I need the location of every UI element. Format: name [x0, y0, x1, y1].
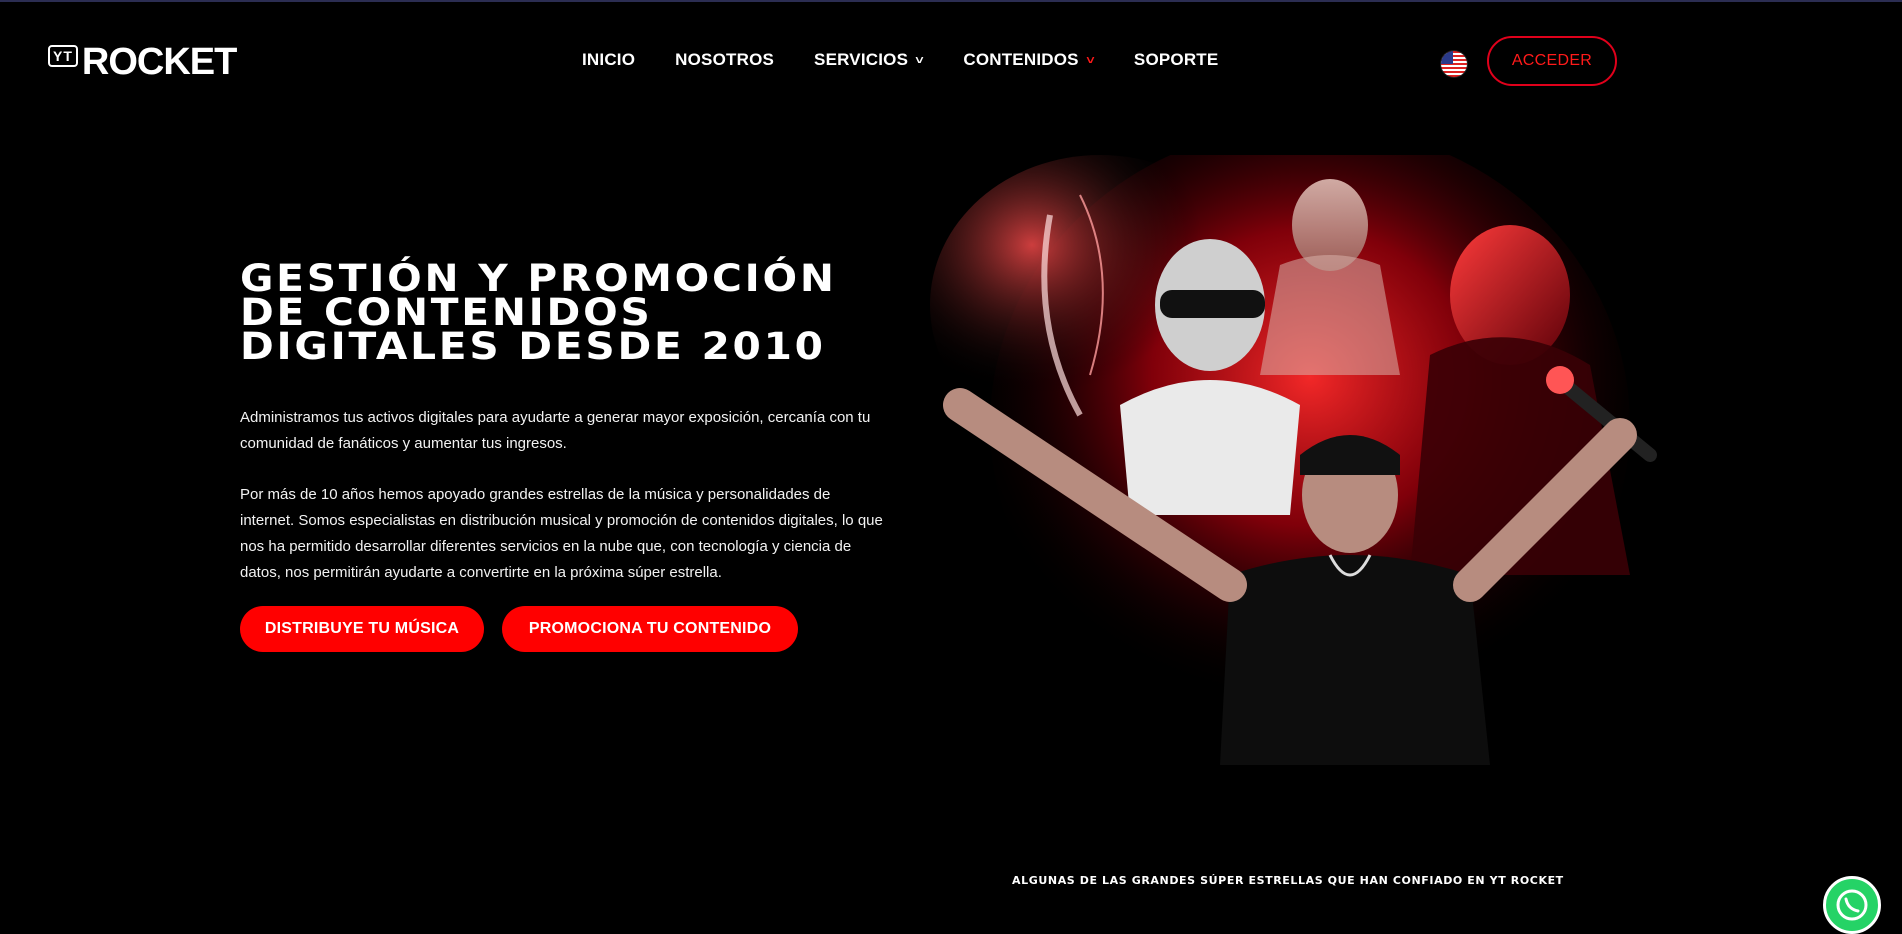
- chevron-down-icon: ˅: [915, 53, 925, 67]
- nav-item-inicio[interactable]: INICIO: [582, 50, 635, 70]
- hero-paragraph-1: Administramos tus activos digitales para…: [240, 409, 871, 452]
- nav-item-servicios[interactable]: SERVICIOS ˅: [814, 50, 925, 70]
- nav-item-nosotros[interactable]: NOSOTROS: [675, 50, 774, 70]
- top-accent-line: [0, 0, 1902, 2]
- nav-label: INICIO: [582, 50, 636, 69]
- distribute-music-button[interactable]: DISTRIBUYE TU MÚSICA: [240, 606, 484, 652]
- main-nav: INICIO NOSOTROS SERVICIOS ˅ CONTENIDOS ˅…: [582, 50, 1218, 70]
- nav-label: NOSOTROS: [675, 50, 775, 69]
- nav-item-soporte[interactable]: SOPORTE: [1134, 50, 1219, 70]
- hero-title-line: DIGITALES DESDE 2010: [240, 325, 826, 368]
- logo-badge: YT: [48, 45, 78, 67]
- hero-paragraph-2: Por más de 10 años hemos apoyado grandes…: [240, 486, 883, 581]
- yt-rocket-logo[interactable]: YT ROCKET: [48, 41, 237, 83]
- promote-content-button[interactable]: PROMOCIONA TU CONTENIDO: [502, 606, 798, 652]
- whatsapp-chat-button[interactable]: [1823, 876, 1881, 934]
- login-button[interactable]: ACCEDER: [1487, 36, 1617, 86]
- us-flag-icon[interactable]: [1441, 51, 1467, 77]
- nav-label: SERVICIOS: [814, 50, 909, 69]
- hero-title: GESTIÓN Y PROMOCIÓN DE CONTENIDOS DIGITA…: [240, 260, 1010, 368]
- nav-item-contenidos[interactable]: CONTENIDOS ˅: [963, 50, 1094, 70]
- chevron-down-icon: ˅: [1085, 53, 1095, 67]
- nav-label: SOPORTE: [1133, 50, 1219, 69]
- partners-strip-label: ALGUNAS DE LAS GRANDES SÚPER ESTRELLAS Q…: [1012, 874, 1564, 887]
- logo-word: ROCKET: [81, 41, 237, 83]
- artists-collage-image: [930, 155, 1657, 765]
- flag-canton: [1441, 51, 1453, 64]
- whatsapp-icon: [1836, 889, 1868, 921]
- nav-label: CONTENIDOS: [963, 50, 1079, 69]
